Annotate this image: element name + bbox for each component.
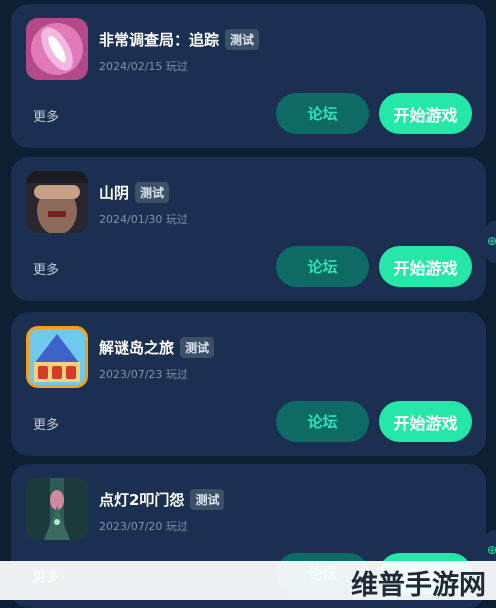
start-game-button[interactable]: 开始游戏 (379, 93, 472, 134)
game-title: 山阴 (99, 184, 130, 202)
game-icon-diandeng[interactable] (26, 478, 88, 540)
game-title: 点灯2叩门怨 (99, 491, 185, 509)
test-badge: 测试 (225, 29, 260, 50)
game-title-row: 解谜岛之旅 测试 (99, 337, 215, 358)
game-title: 解谜岛之旅 (99, 339, 175, 357)
test-badge: 测试 (180, 337, 215, 358)
game-icon-investigation[interactable] (26, 18, 88, 80)
start-game-button[interactable]: 开始游戏 (379, 401, 472, 442)
played-date: 2023/07/20 玩过 (99, 520, 188, 533)
test-badge: 测试 (190, 489, 225, 510)
played-date: 2024/02/15 玩过 (99, 60, 188, 73)
played-date: 2024/01/30 玩过 (99, 213, 188, 226)
side-floating-tab[interactable]: ⊕ (486, 221, 496, 263)
gamepad-icon: ⊕ (487, 234, 496, 248)
forum-button[interactable]: 论坛 (276, 93, 369, 134)
game-card: 山阴 测试 2024/01/30 玩过 更多 论坛 开始游戏 (11, 157, 486, 301)
more-link[interactable]: 更多 (33, 259, 59, 278)
game-title-row: 非常调查局：追踪 测试 (99, 29, 260, 50)
game-icon-puzzle-island[interactable] (26, 326, 88, 388)
game-icon-shanyin[interactable] (26, 171, 88, 233)
game-card: 非常调查局：追踪 测试 2024/02/15 玩过 更多 论坛 开始游戏 (11, 4, 486, 148)
forum-button[interactable]: 论坛 (276, 401, 369, 442)
more-link[interactable]: 更多 (33, 106, 59, 125)
watermark-text: 维普手游网 (351, 570, 486, 601)
game-title-row: 山阴 测试 (99, 182, 170, 203)
forum-button[interactable]: 论坛 (276, 246, 369, 287)
watermark-overlay: 维普手游网 (0, 561, 496, 601)
gamepad-icon: ⊕ (487, 543, 496, 557)
game-card: 解谜岛之旅 测试 2023/07/23 玩过 更多 论坛 开始游戏 (11, 312, 486, 456)
test-badge: 测试 (135, 182, 170, 203)
more-link[interactable]: 更多 (33, 414, 59, 433)
game-title: 非常调查局：追踪 (99, 31, 220, 49)
game-title-row: 点灯2叩门怨 测试 (99, 489, 225, 510)
played-date: 2023/07/23 玩过 (99, 368, 188, 381)
start-game-button[interactable]: 开始游戏 (379, 246, 472, 287)
